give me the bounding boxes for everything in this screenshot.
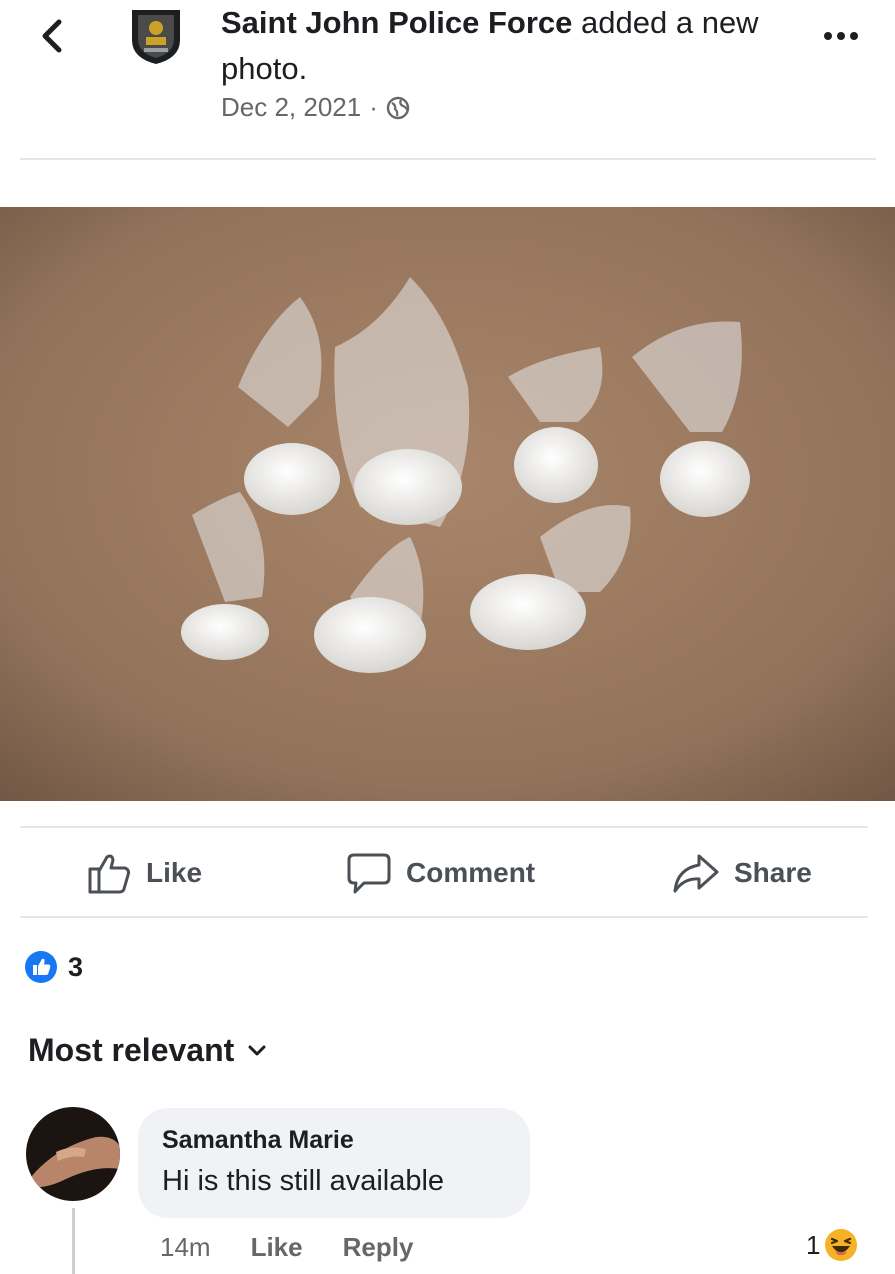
actions-top-divider xyxy=(20,826,868,828)
more-dot xyxy=(824,32,832,40)
chevron-left-icon xyxy=(42,19,62,53)
reaction-summary[interactable]: 3 xyxy=(24,950,83,984)
comment-reply-button[interactable]: Reply xyxy=(343,1232,414,1263)
post-photo[interactable] xyxy=(0,207,895,801)
meta-separator: · xyxy=(369,92,378,122)
more-options-button[interactable] xyxy=(816,18,866,54)
reaction-count: 3 xyxy=(68,951,84,982)
like-label: Like xyxy=(146,857,203,888)
share-icon xyxy=(673,854,719,893)
commenter-avatar[interactable] xyxy=(26,1107,120,1201)
actions-bottom-divider xyxy=(20,916,868,918)
sort-label: Most relevant xyxy=(28,1032,235,1068)
commenter-photo xyxy=(26,1107,120,1201)
chevron-down-icon xyxy=(248,1045,266,1055)
page-avatar[interactable] xyxy=(124,2,188,66)
thumbs-up-icon xyxy=(88,854,131,894)
globe-icon xyxy=(386,96,410,119)
like-reaction-icon xyxy=(25,951,57,983)
share-button[interactable]: Share xyxy=(672,845,812,901)
comment-time[interactable]: 14m xyxy=(160,1232,211,1263)
header-divider xyxy=(20,158,876,160)
post-header-text: Saint John Police Force added a new phot… xyxy=(221,0,781,92)
more-dot xyxy=(850,32,858,40)
comment-author[interactable]: Samantha Marie xyxy=(162,1126,506,1155)
police-badge-logo xyxy=(125,3,187,65)
comment-reaction-summary[interactable]: 1 xyxy=(806,1228,858,1262)
page-name-link[interactable]: Saint John Police Force xyxy=(221,5,572,40)
comment-icon xyxy=(347,853,391,894)
comment-label: Comment xyxy=(406,857,536,888)
post-meta: Dec 2, 2021 · xyxy=(221,92,410,123)
comment-thread-line xyxy=(72,1208,75,1274)
comment-bubble[interactable]: Samantha Marie Hi is this still availabl… xyxy=(138,1108,530,1218)
comments-sort-dropdown[interactable]: Most relevant xyxy=(28,1032,266,1069)
haha-reaction-icon xyxy=(825,1229,858,1261)
comment-button[interactable]: Comment xyxy=(346,845,535,901)
more-dot xyxy=(837,32,845,40)
comment-like-button[interactable]: Like xyxy=(251,1232,303,1263)
like-button[interactable]: Like xyxy=(86,845,202,901)
back-button[interactable] xyxy=(30,14,74,58)
share-label: Share xyxy=(734,857,812,888)
comment-actions: 14m Like Reply xyxy=(160,1232,413,1263)
comment-text: Hi is this still available xyxy=(162,1165,445,1197)
post-date[interactable]: Dec 2, 2021 xyxy=(221,92,361,123)
comment-reaction-count: 1 xyxy=(806,1229,821,1260)
